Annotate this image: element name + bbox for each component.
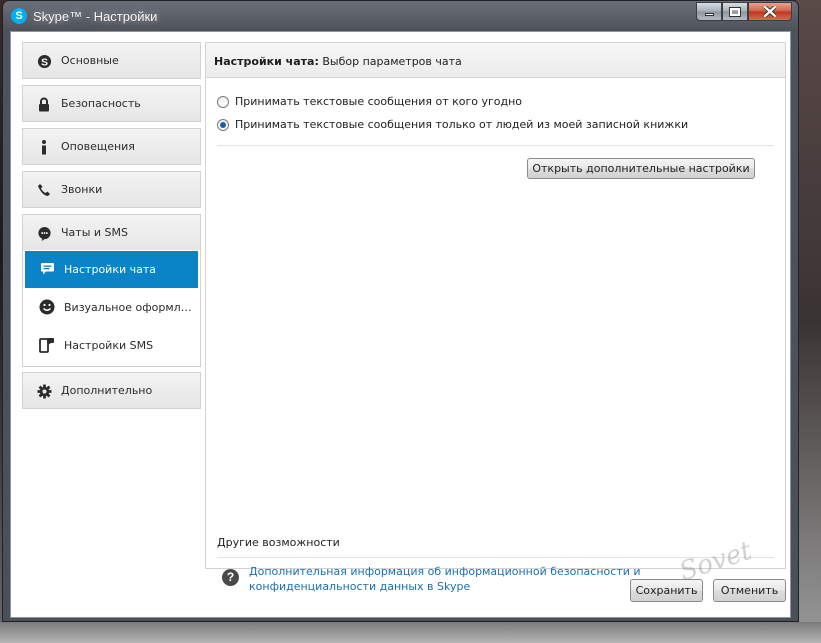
- open-advanced-settings-button[interactable]: Открыть дополнительные настройки: [527, 158, 755, 179]
- chats-submenu: Настройки чата Визуальное оформле... Нас…: [22, 250, 201, 367]
- svg-text:S: S: [41, 57, 48, 68]
- sms-phone-icon: [39, 337, 55, 353]
- sidebar-subitem-sms-settings[interactable]: Настройки SMS: [25, 327, 198, 364]
- header-subtitle: Выбор параметров чата: [322, 55, 462, 68]
- sidebar-subitem-label: Визуальное оформле...: [64, 301, 194, 314]
- sidebar-subitem-label: Настройки SMS: [64, 339, 154, 352]
- radio-label: Принимать текстовые сообщения от кого уг…: [235, 95, 523, 108]
- other-options-title: Другие возможности: [217, 536, 340, 549]
- sidebar-item-notifications[interactable]: Оповещения: [22, 128, 201, 165]
- sidebar-item-label: Дополнительно: [61, 384, 153, 397]
- radio-button-checked[interactable]: [217, 118, 229, 131]
- sidebar-item-label: Чаты и SMS: [61, 226, 128, 239]
- gear-icon: [36, 383, 52, 399]
- skype-app-icon[interactable]: S: [11, 8, 27, 24]
- panel-header: Настройки чата: Выбор параметров чата: [206, 43, 785, 78]
- info-icon: [36, 139, 52, 155]
- title-bar[interactable]: S Skype™ - Настройки: [3, 1, 798, 31]
- phone-icon: [36, 182, 52, 198]
- sidebar-item-general[interactable]: S Основные: [22, 42, 201, 79]
- radio-accept-contacts-only[interactable]: Принимать текстовые сообщения только от …: [217, 118, 688, 131]
- header-title: Настройки чата:: [214, 55, 319, 68]
- taskbar-strip: [0, 622, 821, 643]
- skype-icon: S: [36, 53, 52, 69]
- sidebar-subitem-label: Настройки чата: [64, 263, 157, 276]
- sidebar-subitem-chat-settings[interactable]: Настройки чата: [25, 251, 198, 288]
- cancel-button[interactable]: Отменить: [713, 579, 786, 602]
- desktop-edge: [796, 0, 821, 643]
- chat-icon: [36, 225, 52, 241]
- minimize-icon: [704, 13, 714, 16]
- maximize-button[interactable]: [722, 2, 748, 21]
- settings-window: S Skype™ - Настройки S Основные Безопасн…: [2, 0, 799, 622]
- page-title: Настройки чата: Выбор параметров чата: [214, 55, 462, 68]
- save-button[interactable]: Сохранить: [630, 579, 703, 602]
- radio-button[interactable]: [217, 95, 229, 108]
- sidebar-item-chats-sms[interactable]: Чаты и SMS: [22, 214, 201, 251]
- maximize-icon: [729, 6, 741, 17]
- sidebar-item-label: Оповещения: [61, 140, 135, 153]
- client-area: S Основные Безопасность Оповещения Звонк…: [10, 31, 791, 618]
- chat-bubble-icon: [39, 261, 55, 277]
- radio-accept-anyone[interactable]: Принимать текстовые сообщения от кого уг…: [217, 95, 522, 108]
- sidebar-item-label: Звонки: [61, 183, 103, 196]
- caption-buttons: [696, 2, 792, 21]
- minimize-button[interactable]: [696, 2, 722, 21]
- sidebar-item-advanced[interactable]: Дополнительно: [22, 372, 201, 409]
- sidebar-item-calls[interactable]: Звонки: [22, 171, 201, 208]
- sidebar-item-label: Безопасность: [61, 97, 141, 110]
- question-icon: ?: [222, 569, 239, 586]
- smiley-icon: [39, 299, 55, 315]
- window-title: Skype™ - Настройки: [33, 9, 158, 24]
- close-icon: [764, 6, 776, 17]
- section-divider: [217, 145, 774, 146]
- radio-label: Принимать текстовые сообщения только от …: [235, 118, 689, 131]
- section-divider: [217, 557, 774, 558]
- lock-icon: [36, 96, 52, 112]
- sidebar-item-security[interactable]: Безопасность: [22, 85, 201, 122]
- settings-panel: Настройки чата: Выбор параметров чата Пр…: [205, 42, 786, 593]
- close-button[interactable]: [748, 2, 792, 21]
- sidebar-subitem-visual-style[interactable]: Визуальное оформле...: [25, 289, 198, 326]
- sidebar-item-label: Основные: [61, 54, 119, 67]
